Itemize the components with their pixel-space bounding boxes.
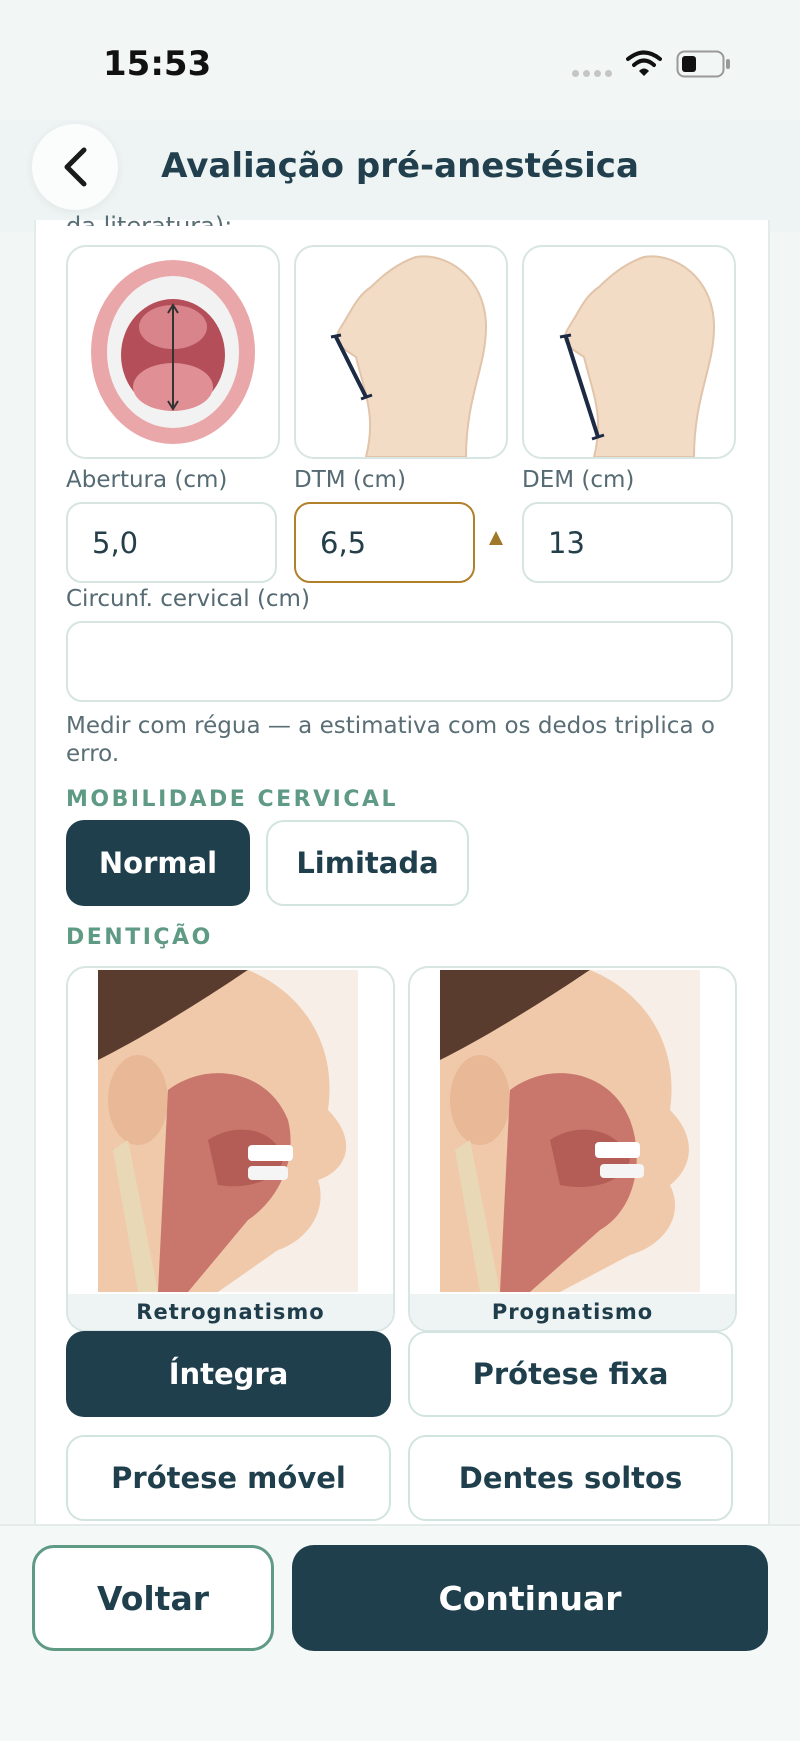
page-title: Avaliação pré-anestésica (161, 146, 639, 186)
warning-triangle-icon (489, 531, 503, 545)
mobility-section-title: MOBILIDADE CERVICAL (66, 787, 399, 812)
dentition-removable-prosthesis-button[interactable]: Prótese móvel (66, 1435, 391, 1521)
status-time: 15:53 (103, 44, 212, 84)
footer-back-button[interactable]: Voltar (32, 1545, 274, 1651)
prognathism-caption: Prognatismo (410, 1294, 735, 1330)
sternomental-distance-image (522, 245, 736, 459)
retrognathism-image (98, 970, 358, 1292)
measurement-hint: Medir com régua — a estimativa com os de… (66, 713, 715, 767)
signal-icon (572, 70, 614, 78)
dentition-integra-button[interactable]: Íntegra (66, 1331, 391, 1417)
mobility-limited-button[interactable]: Limitada (266, 820, 469, 906)
dentition-section-title: DENTIÇÃO (66, 925, 213, 950)
retrognathism-card[interactable]: Retrognatismo (66, 966, 395, 1332)
dentition-fixed-prosthesis-button[interactable]: Prótese fixa (408, 1331, 733, 1417)
continue-button[interactable]: Continuar (292, 1545, 768, 1651)
dem-input[interactable]: 13 (522, 502, 733, 583)
abertura-label: Abertura (cm) (66, 467, 228, 493)
dtm-label: DTM (cm) (294, 467, 406, 493)
mouth-opening-image (66, 245, 280, 459)
cervical-circumference-input[interactable] (66, 621, 733, 702)
dtm-input[interactable]: 6,5 (294, 502, 475, 583)
dentition-loose-teeth-button[interactable]: Dentes soltos (408, 1435, 733, 1521)
prognathism-card[interactable]: Prognatismo (408, 966, 737, 1332)
tm-distance-image (294, 245, 508, 459)
abertura-input[interactable]: 5,0 (66, 502, 277, 583)
truncated-text: da literatura): (66, 212, 233, 226)
dem-label: DEM (cm) (522, 467, 635, 493)
cervical-circumference-label: Circunf. cervical (cm) (66, 586, 310, 612)
prognathism-image (440, 970, 700, 1292)
battery-icon (676, 50, 730, 78)
wifi-icon (626, 50, 662, 76)
mobility-normal-button[interactable]: Normal (66, 820, 250, 906)
retrognathism-caption: Retrognatismo (68, 1294, 393, 1330)
